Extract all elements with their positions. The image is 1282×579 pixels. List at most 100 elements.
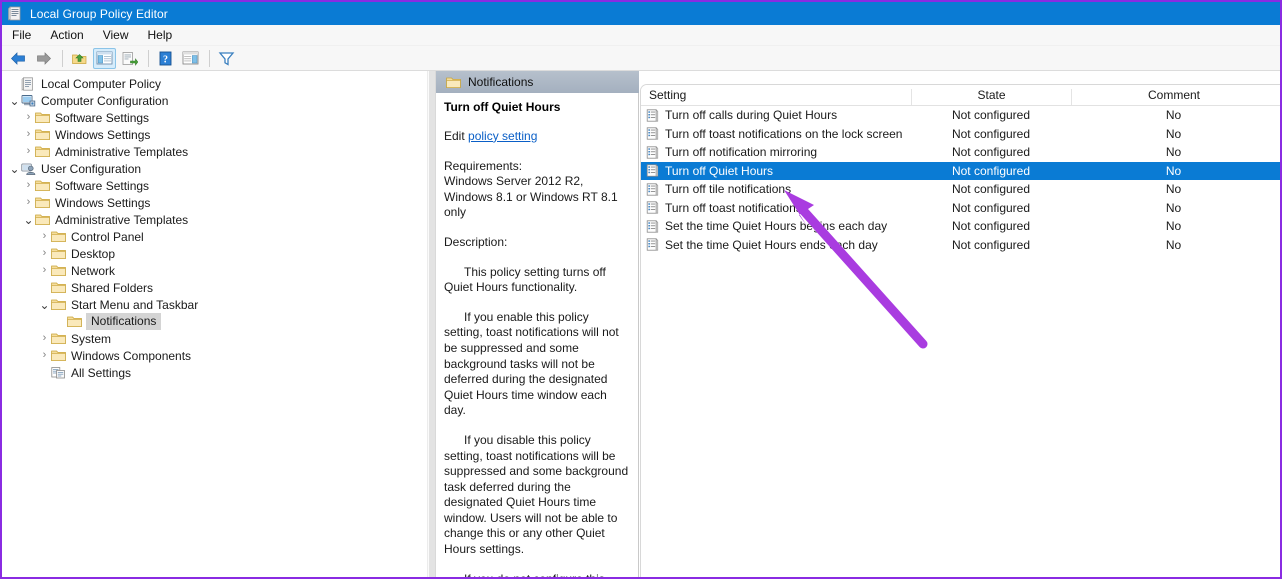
edit-policy-setting-link[interactable]: policy setting	[468, 129, 537, 143]
folder-icon	[51, 349, 67, 363]
cell-comment: No	[1071, 201, 1276, 215]
column-header-comment[interactable]: Comment	[1071, 89, 1276, 105]
all-settings-icon	[51, 366, 67, 380]
main-body: Local Computer Policy ⌄ Computer Configura…	[2, 71, 1280, 577]
folder-icon	[51, 264, 67, 278]
policy-setting-icon	[646, 109, 659, 122]
chevron-right-icon[interactable]: ›	[38, 349, 51, 362]
chevron-down-icon[interactable]: ⌄	[8, 94, 21, 107]
menu-item-action[interactable]: Action	[50, 29, 83, 41]
tree-item-label: User Configuration	[41, 163, 141, 175]
tree-item-software-settings[interactable]: › Software Settings	[2, 177, 435, 194]
chevron-right-icon[interactable]: ›	[22, 145, 35, 158]
table-row[interactable]: Set the time Quiet Hours ends each dayNo…	[641, 236, 1280, 255]
table-row[interactable]: Turn off toast notificationsNot configur…	[641, 199, 1280, 218]
tree-item-label: Windows Settings	[55, 129, 150, 141]
back-icon[interactable]	[7, 48, 30, 69]
chevron-right-icon[interactable]: ›	[38, 247, 51, 260]
policy-setting-icon	[646, 201, 659, 214]
setting-name: Turn off notification mirroring	[665, 145, 817, 159]
chevron-right-icon[interactable]: ›	[38, 230, 51, 243]
tree-item-label: Local Computer Policy	[41, 78, 161, 90]
policy-setting-icon	[646, 183, 659, 196]
tree-item-network[interactable]: ›Network	[2, 262, 435, 279]
chevron-down-icon[interactable]: ⌄	[38, 298, 51, 311]
tree-item-windows-components[interactable]: › Windows Components	[2, 347, 435, 364]
folder-icon	[35, 213, 51, 227]
setting-name: Turn off Quiet Hours	[665, 164, 773, 178]
chevron-right-icon[interactable]: ›	[22, 196, 35, 209]
detail-paragraph: This policy setting turns off Quiet Hour…	[444, 265, 629, 296]
chevron-down-icon[interactable]: ⌄	[8, 162, 21, 175]
column-header-state[interactable]: State	[911, 89, 1071, 105]
setting-name: Turn off toast notifications	[665, 201, 802, 215]
tree-scrollbar-thumb[interactable]	[429, 71, 435, 577]
tree-item-administrative-templates[interactable]: ⌄Administrative Templates	[2, 211, 435, 228]
menu-item-view[interactable]: View	[103, 29, 129, 41]
cell-setting: Turn off Quiet Hours	[641, 164, 911, 178]
table-row[interactable]: Turn off calls during Quiet HoursNot con…	[641, 106, 1280, 125]
user-icon	[21, 162, 37, 176]
policy-setting-icon	[646, 127, 659, 140]
filter-icon[interactable]	[215, 48, 238, 69]
policy-editor-icon	[8, 6, 23, 21]
forward-icon[interactable]	[32, 48, 55, 69]
detail-requirements-label: Requirements:	[444, 159, 629, 175]
chevron-right-icon[interactable]: ›	[22, 179, 35, 192]
chevron-right-icon[interactable]: ›	[22, 128, 35, 141]
tree-item-local-computer-policy[interactable]: Local Computer Policy	[2, 75, 435, 92]
tree-item-desktop[interactable]: ›Desktop	[2, 245, 435, 262]
cell-setting: Set the time Quiet Hours ends each day	[641, 238, 911, 252]
tree-item-software-settings[interactable]: ›Software Settings	[2, 109, 435, 126]
detail-requirements-text: Windows Server 2012 R2, Windows 8.1 or W…	[444, 174, 629, 221]
chevron-down-icon[interactable]: ⌄	[22, 213, 35, 226]
tree-item-shared-folders[interactable]: Shared Folders	[2, 279, 435, 296]
policy-icon	[21, 77, 37, 91]
cell-state: Not configured	[911, 164, 1071, 178]
table-row[interactable]: Turn off tile notificationsNot configure…	[641, 180, 1280, 199]
chevron-placeholder	[38, 281, 51, 294]
tree-item-notifications[interactable]: Notifications	[2, 313, 435, 330]
tree-item-control-panel[interactable]: ›Control Panel	[2, 228, 435, 245]
setting-name: Turn off toast notifications on the lock…	[665, 127, 902, 141]
menu-item-help[interactable]: Help	[148, 29, 173, 41]
tree-item-start-menu-and-taskbar[interactable]: ⌄Start Menu and Taskbar	[2, 296, 435, 313]
tree-item-label: Software Settings	[55, 180, 149, 192]
tree-item-windows-settings[interactable]: › Windows Settings	[2, 126, 435, 143]
console-tree-pane: Local Computer Policy ⌄ Computer Configura…	[2, 71, 436, 577]
menu-item-file[interactable]: File	[12, 29, 31, 41]
table-row[interactable]: Turn off notification mirroringNot confi…	[641, 143, 1280, 162]
chevron-right-icon[interactable]: ›	[22, 111, 35, 124]
tree-item-all-settings[interactable]: All Settings	[2, 364, 435, 381]
tree-item-system[interactable]: ›System	[2, 330, 435, 347]
show-hide-console-tree-icon[interactable]	[93, 48, 116, 69]
cell-state: Not configured	[911, 238, 1071, 252]
tree-item-label: Computer Configuration	[41, 95, 168, 107]
tree-scrollbar[interactable]	[427, 71, 435, 577]
tree-item-label: Windows Settings	[55, 197, 150, 209]
tree-item-user-configuration[interactable]: ⌄ User Configuration	[2, 160, 435, 177]
up-folder-icon[interactable]	[68, 48, 91, 69]
table-row[interactable]: Set the time Quiet Hours begins each day…	[641, 217, 1280, 236]
table-row[interactable]: Turn off Quiet HoursNot configuredNo	[641, 162, 1280, 181]
cell-comment: No	[1071, 127, 1276, 141]
folder-header-bar: Notifications	[436, 71, 639, 93]
export-list-icon[interactable]	[118, 48, 141, 69]
table-row[interactable]: Turn off toast notifications on the lock…	[641, 125, 1280, 144]
show-hide-action-pane-icon[interactable]	[179, 48, 202, 69]
setting-name: Turn off calls during Quiet Hours	[665, 108, 837, 122]
chevron-right-icon[interactable]: ›	[38, 264, 51, 277]
chevron-right-icon[interactable]: ›	[38, 332, 51, 345]
folder-icon	[35, 111, 51, 125]
cell-setting: Turn off tile notifications	[641, 182, 911, 196]
policy-tree: Local Computer Policy ⌄ Computer Configura…	[2, 75, 435, 381]
tree-item-windows-settings[interactable]: › Windows Settings	[2, 194, 435, 211]
tree-item-administrative-templates[interactable]: ›Administrative Templates	[2, 143, 435, 160]
tree-item-label: Windows Components	[71, 350, 191, 362]
window-title: Local Group Policy Editor	[30, 8, 168, 20]
column-header-setting[interactable]: Setting	[641, 89, 911, 105]
tree-item-label: Shared Folders	[71, 282, 153, 294]
help-icon[interactable]: ?	[154, 48, 177, 69]
tree-item-computer-configuration[interactable]: ⌄ Computer Configuration	[2, 92, 435, 109]
detail-paragraph: If you do not configure this policy sett…	[444, 572, 629, 577]
